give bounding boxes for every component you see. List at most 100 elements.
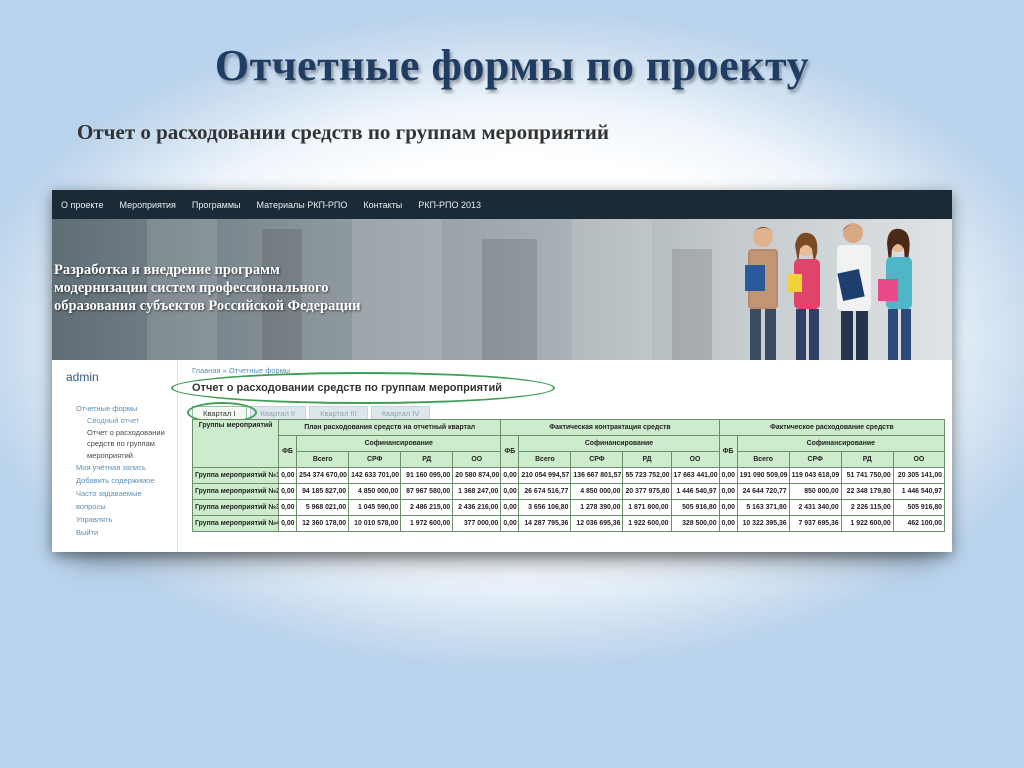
table-cell: 2 436 216,00 — [452, 499, 502, 516]
table-row: Группа мероприятий №2 0,00 94 185 827,00 4 … — [191, 483, 946, 500]
table-cell: 0,00 — [718, 483, 738, 500]
header-banner: Разработка и внедрение программ модерниз… — [52, 219, 952, 360]
table-cell: 91 160 095,00 — [400, 467, 454, 484]
table-cell: 2 486 215,00 — [400, 499, 454, 516]
table-cell: 1 922 600,00 — [840, 515, 894, 532]
table-cell: 142 633 701,00 — [348, 467, 402, 484]
sidebar-item-reports[interactable]: Отчетные формы — [76, 402, 176, 415]
table-cell: 1 278 390,00 — [570, 499, 624, 516]
column-header-fb: ФБ — [500, 435, 520, 468]
column-header-rd: РД — [400, 451, 454, 468]
table-cell: 2 431 340,00 — [788, 499, 842, 516]
column-header-srf: СРФ — [788, 451, 842, 468]
table-cell: 505 916,80 — [892, 499, 946, 516]
main-content: Главная » Отчетные формы Отчет о расходо… — [171, 360, 952, 552]
row-label: Группа мероприятий №4 — [191, 515, 280, 532]
table-cell: 210 054 994,57 — [518, 467, 572, 484]
table-cell: 0,00 — [500, 499, 520, 516]
column-header-total: Всего — [736, 451, 790, 468]
breadcrumb[interactable]: Главная » Отчетные формы — [192, 366, 290, 375]
sidebar-username: admin — [66, 370, 99, 384]
table-cell: 850 000,00 — [788, 483, 842, 500]
table-cell: 1 446 540,97 — [670, 483, 720, 500]
table-cell: 0,00 — [278, 515, 298, 532]
table-cell: 87 967 580,00 — [400, 483, 454, 500]
banner-line: Разработка и внедрение программ — [54, 262, 280, 278]
nav-item-programs[interactable]: Программы — [192, 200, 241, 210]
nav-item-rkp-2013[interactable]: РКП-РПО 2013 — [418, 200, 481, 210]
column-header-cofinancing: Софинансирование — [518, 435, 720, 452]
table-cell: 0,00 — [718, 515, 738, 532]
page-title: Отчет о расходовании средств по группам … — [192, 382, 502, 394]
sidebar-menu: Отчетные формы Сводный отчет Отчет о рас… — [76, 402, 176, 539]
table-cell: 12 036 695,36 — [570, 515, 624, 532]
sidebar-item-manage[interactable]: Управлять — [76, 513, 176, 526]
sidebar-item-faq[interactable]: вопросы — [76, 500, 176, 513]
students-photo — [745, 223, 912, 360]
table-cell: 20 305 141,00 — [892, 467, 946, 484]
sidebar-item-summary-report[interactable]: Сводный отчет — [76, 415, 176, 427]
column-group-spent: Фактическое расходование средств — [718, 419, 946, 436]
column-header-srf: СРФ — [570, 451, 624, 468]
table-cell: 10 322 395,36 — [736, 515, 790, 532]
nav-item-about[interactable]: О проекте — [61, 200, 103, 210]
column-header-oo: ОО — [892, 451, 946, 468]
sidebar-item-expense-report[interactable]: мероприятий — [76, 450, 176, 462]
table-cell: 55 723 752,00 — [622, 467, 672, 484]
slide-title: Отчетные формы по проекту — [214, 41, 810, 90]
sidebar-item-expense-report[interactable]: Отчет о расходовании — [76, 427, 176, 439]
top-navigation: О проекте Мероприятия Программы Материал… — [52, 190, 952, 219]
column-header-oo: ОО — [452, 451, 502, 468]
table-cell: 4 850 000,00 — [570, 483, 624, 500]
table-cell: 3 656 106,80 — [518, 499, 572, 516]
column-header-cofinancing: Софинансирование — [736, 435, 946, 452]
column-header-fb: ФБ — [718, 435, 738, 468]
sidebar-item-faq[interactable]: Часто задаваемые — [76, 487, 176, 500]
column-header-rd: РД — [840, 451, 894, 468]
table-cell: 1 368 247,00 — [452, 483, 502, 500]
table-cell: 328 500,00 — [670, 515, 720, 532]
table-cell: 1 972 600,00 — [400, 515, 454, 532]
table-cell: 0,00 — [718, 499, 738, 516]
table-cell: 2 226 115,00 — [840, 499, 894, 516]
table-cell: 22 348 179,80 — [840, 483, 894, 500]
table-cell: 7 937 695,36 — [788, 515, 842, 532]
table-cell: 1 446 540,97 — [892, 483, 946, 500]
sidebar-item-add-content[interactable]: Добавить содержимое — [76, 474, 176, 487]
table-cell: 119 043 618,09 — [788, 467, 842, 484]
column-header-total: Всего — [296, 451, 350, 468]
sidebar-item-logout[interactable]: Выйти — [76, 526, 176, 539]
table-cell: 0,00 — [278, 467, 298, 484]
column-group-plan: План расходования средств на отчетный кв… — [278, 419, 502, 436]
nav-item-events[interactable]: Мероприятия — [119, 200, 175, 210]
table-row: Группа мероприятий №1 0,00 254 374 670,00 1… — [191, 467, 946, 484]
banner-line: образования субъектов Российской Федерац… — [54, 298, 361, 314]
table-cell: 12 360 178,00 — [296, 515, 350, 532]
table-cell: 0,00 — [718, 467, 738, 484]
table-row: Группа мероприятий №4 0,00 12 360 178,00 10… — [191, 515, 946, 532]
column-group-contracted: Фактическая контрактация средств — [500, 419, 720, 436]
nav-item-materials[interactable]: Материалы РКП-РПО — [257, 200, 348, 210]
table-cell: 5 163 371,80 — [736, 499, 790, 516]
table-cell: 0,00 — [278, 483, 298, 500]
table-cell: 136 667 801,57 — [570, 467, 624, 484]
banner-line: модернизации систем профессионального — [54, 280, 329, 296]
table-cell: 191 090 509,09 — [736, 467, 790, 484]
sidebar-item-expense-report[interactable]: средств по группам — [76, 438, 176, 450]
sidebar-item-my-account[interactable]: Моя учётная запись — [76, 461, 176, 474]
table-cell: 14 287 795,36 — [518, 515, 572, 532]
table-cell: 94 185 827,00 — [296, 483, 350, 500]
expense-report-table: Группы мероприятий План расходования сре… — [191, 419, 946, 532]
table-cell: 5 968 021,00 — [296, 499, 350, 516]
table-body: Группа мероприятий №1 0,00 254 374 670,00 1… — [191, 467, 946, 532]
column-header-rd: РД — [622, 451, 672, 468]
column-header-groups: Группы мероприятий — [191, 419, 280, 468]
table-cell: 462 100,00 — [892, 515, 946, 532]
row-label: Группа мероприятий №2 — [191, 483, 280, 500]
nav-item-contacts[interactable]: Контакты — [363, 200, 402, 210]
table-cell: 20 377 975,80 — [622, 483, 672, 500]
row-label: Группа мероприятий №3 — [191, 499, 280, 516]
table-cell: 20 580 874,00 — [452, 467, 502, 484]
sidebar: admin Отчетные формы Сводный отчет Отчет… — [52, 360, 178, 552]
table-cell: 24 644 720,77 — [736, 483, 790, 500]
